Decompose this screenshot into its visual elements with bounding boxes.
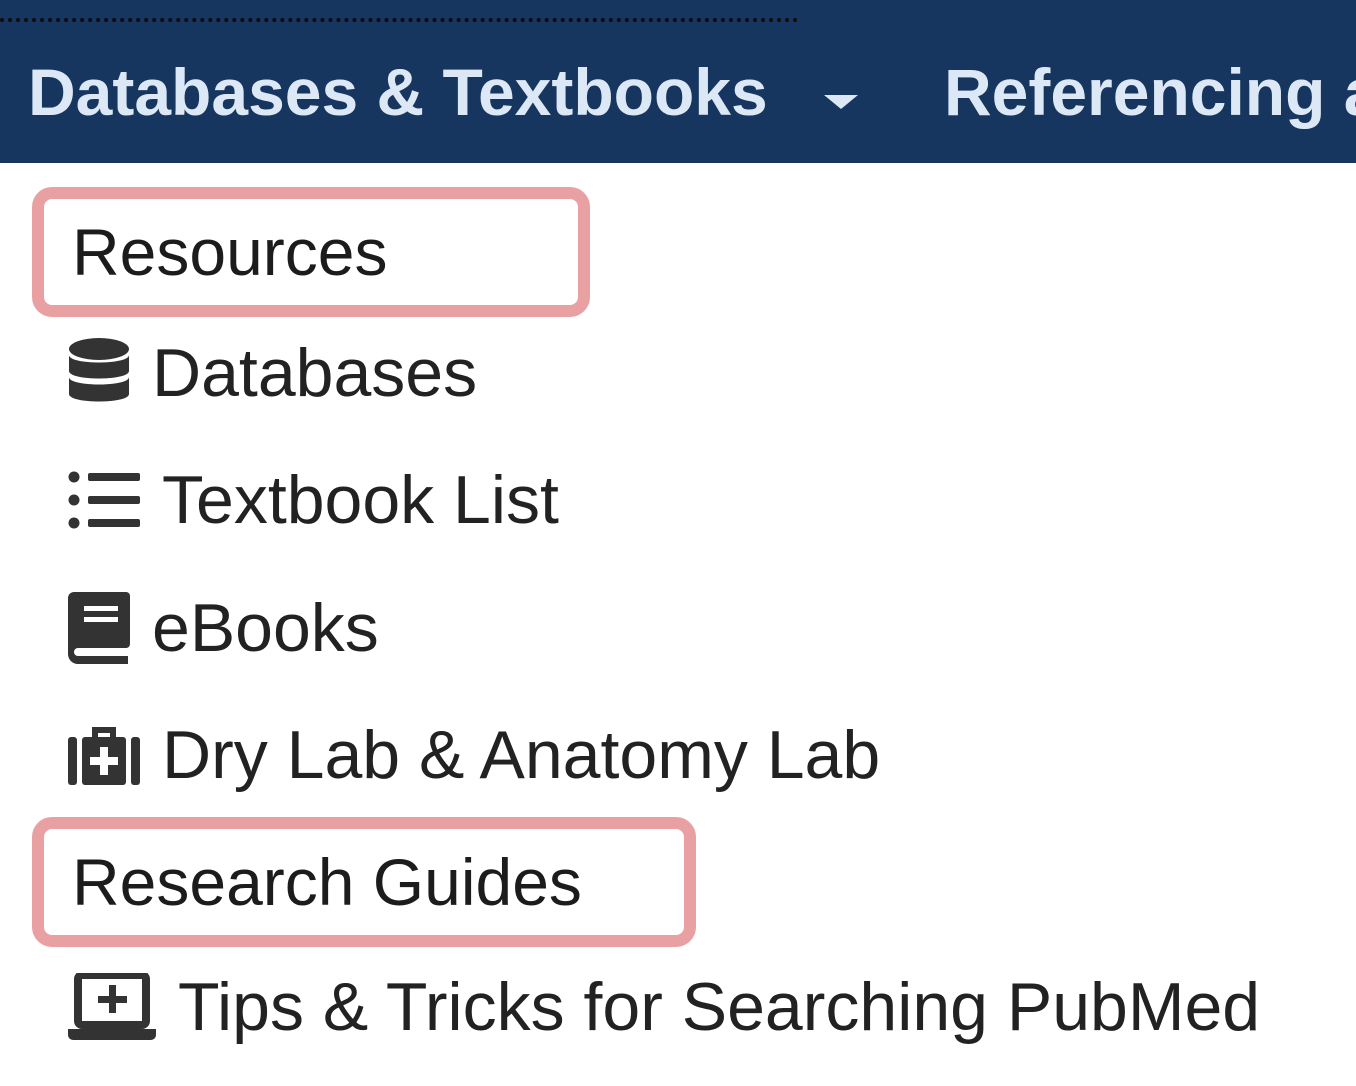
focus-outline: [0, 18, 798, 22]
nav-referencing-label: Referencing a: [944, 55, 1356, 129]
book-icon: [68, 592, 130, 664]
top-navbar: Databases & Textbooks Referencing a: [0, 0, 1356, 163]
nav-databases-textbooks-label: Databases & Textbooks: [28, 55, 768, 129]
menu-item-databases[interactable]: Databases: [68, 323, 477, 423]
menu-item-textbook-list[interactable]: Textbook List: [68, 450, 559, 550]
menu-item-textbook-list-label: Textbook List: [162, 462, 559, 538]
menu-item-tips-tricks-pubmed-label: Tips & Tricks for Searching PubMed: [178, 969, 1261, 1045]
nav-referencing[interactable]: Referencing a: [944, 52, 1356, 132]
menu-item-databases-label: Databases: [152, 335, 478, 411]
section-header-resources: Resources: [32, 187, 590, 317]
menu-item-tips-tricks-pubmed[interactable]: Tips & Tricks for Searching PubMed: [68, 957, 1260, 1057]
section-header-resources-label: Resources: [72, 215, 388, 289]
database-icon: [68, 337, 130, 409]
section-header-research-guides: Research Guides: [32, 817, 696, 947]
menu-item-dry-lab-anatomy-lab-label: Dry Lab & Anatomy Lab: [162, 717, 881, 793]
nav-databases-textbooks[interactable]: Databases & Textbooks: [28, 52, 858, 132]
menu-item-ebooks[interactable]: eBooks: [68, 578, 379, 678]
medkit-icon: [68, 723, 140, 787]
laptop-medical-icon: [68, 973, 156, 1041]
caret-down-icon[interactable]: [823, 95, 858, 109]
menu-item-dry-lab-anatomy-lab[interactable]: Dry Lab & Anatomy Lab: [68, 705, 880, 805]
menu-item-ebooks-label: eBooks: [152, 590, 379, 666]
section-header-research-guides-label: Research Guides: [72, 845, 582, 919]
dropdown-menu: Resources Databases Textbook List eBooks…: [0, 163, 1356, 1086]
list-icon: [68, 471, 140, 529]
